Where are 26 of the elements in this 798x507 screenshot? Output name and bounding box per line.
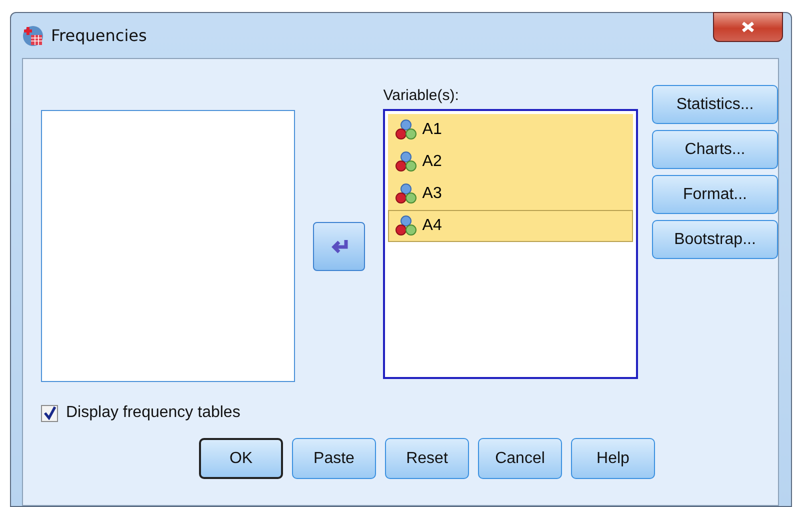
dialog-button[interactable]: Statistics... <box>652 85 778 124</box>
dialog-button[interactable]: Charts... <box>652 130 778 169</box>
variable-item[interactable]: A3 <box>388 178 633 210</box>
dialog-button[interactable]: Format... <box>652 175 778 214</box>
close-icon <box>740 21 756 33</box>
variable-icon <box>394 183 418 205</box>
variable-icon <box>394 119 418 141</box>
dialog-button[interactable]: OK <box>199 438 283 479</box>
variable-item[interactable]: A4 <box>388 210 633 242</box>
close-button[interactable] <box>713 12 783 42</box>
variable-icon <box>394 151 418 173</box>
checkbox-label: Display frequency tables <box>66 404 240 422</box>
checkbox[interactable] <box>41 404 58 422</box>
dialog-button[interactable]: Help <box>571 438 655 479</box>
dialog-button[interactable]: Paste <box>292 438 376 479</box>
window-title: Frequencies <box>51 26 147 45</box>
variable-item[interactable]: A1 <box>388 114 633 146</box>
app-icon <box>22 24 44 46</box>
back-arrow-icon <box>329 238 349 256</box>
dialog-button[interactable]: Bootstrap... <box>652 220 778 259</box>
dialog-button[interactable]: Cancel <box>478 438 562 479</box>
variable-item[interactable]: A2 <box>388 146 633 178</box>
variable-icon <box>394 215 418 237</box>
dialog-button[interactable]: Reset <box>385 438 469 479</box>
move-button[interactable] <box>313 222 365 271</box>
variables-label: Variable(s): <box>383 87 460 106</box>
